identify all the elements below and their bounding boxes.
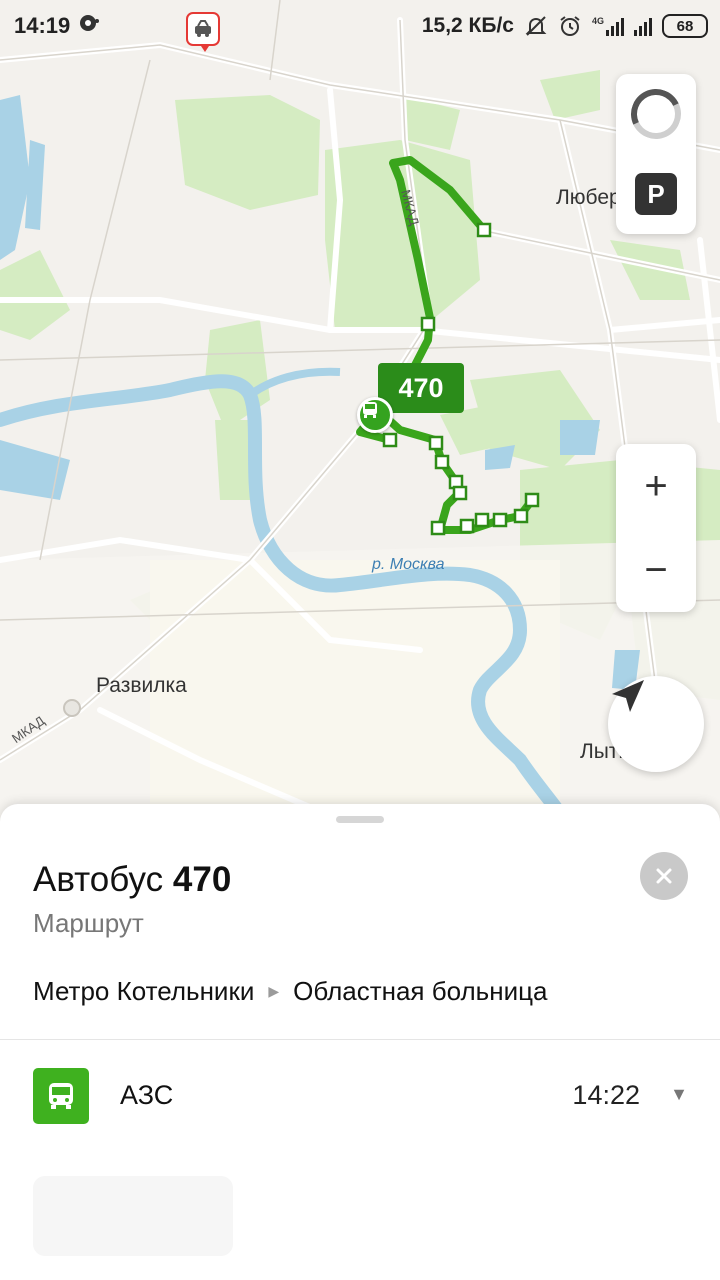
stop-name: АЗС xyxy=(120,1080,174,1110)
parking-icon: P xyxy=(635,173,677,215)
plus-icon: + xyxy=(644,464,668,508)
map-label-river: р. Москва xyxy=(372,556,445,573)
map-label-razvilka: Развилка xyxy=(96,674,187,697)
stop-list-item[interactable]: АЗС 14:22 ▼ xyxy=(0,1066,720,1126)
status-bar: 14:19 15,2 КБ/с 4G 68 xyxy=(0,0,720,52)
traffic-icon xyxy=(623,81,689,147)
bus-icon xyxy=(49,1083,73,1109)
route-number-badge[interactable]: 470 xyxy=(378,363,464,413)
bus-stop-icon xyxy=(33,1068,89,1124)
direction-arrow-icon: ▶ xyxy=(268,983,280,999)
close-button[interactable] xyxy=(640,852,688,900)
zoom-panel: + − xyxy=(616,444,696,612)
sheet-drag-handle[interactable] xyxy=(336,816,384,823)
loading-placeholder xyxy=(33,1176,233,1256)
direction-to: Областная больница xyxy=(293,976,548,1006)
route-title-prefix: Автобус xyxy=(33,860,164,899)
signal-4g-icon: 4G xyxy=(592,16,624,36)
status-time: 14:19 xyxy=(14,13,71,38)
network-type: 4G xyxy=(591,16,604,26)
traffic-layer-button[interactable] xyxy=(616,74,696,154)
network-speed: 15,2 КБ/с xyxy=(421,14,514,37)
bell-muted-icon xyxy=(525,16,547,36)
zoom-in-button[interactable]: + xyxy=(616,444,696,528)
status-right-group: 15,2 КБ/с 4G 68 xyxy=(422,0,708,52)
zoom-out-button[interactable]: − xyxy=(616,528,696,612)
route-direction[interactable]: Метро Котельники ▶ Областная больница xyxy=(33,976,547,1007)
route-info-sheet: Автобус 470 Маршрут Метро Котельники ▶ О… xyxy=(0,804,720,1280)
map-layers-panel: P xyxy=(616,74,696,234)
navigation-arrow-icon xyxy=(612,680,644,712)
parking-layer-button[interactable]: P xyxy=(616,154,696,234)
roadwork-notification-icon xyxy=(186,12,220,52)
signal-icon xyxy=(634,16,652,36)
chevron-down-icon[interactable]: ▼ xyxy=(670,1084,688,1105)
direction-from: Метро Котельники xyxy=(33,976,255,1006)
stop-arrival-time: 14:22 xyxy=(572,1080,640,1110)
map-view[interactable]: Люберцы Развилка Лыткарино р. Москва МКА… xyxy=(0,0,720,830)
minus-icon: − xyxy=(644,548,668,592)
bus-icon xyxy=(363,402,377,418)
route-subtitle: Маршрут xyxy=(33,908,144,938)
route-title: Автобус 470 xyxy=(33,860,231,900)
media-icon xyxy=(78,12,100,40)
alarm-icon xyxy=(560,16,580,36)
divider xyxy=(0,1039,720,1040)
close-icon xyxy=(656,868,672,884)
my-location-button[interactable] xyxy=(608,676,704,772)
route-title-number: 470 xyxy=(172,860,232,899)
bus-position-marker[interactable] xyxy=(357,397,393,433)
battery-indicator: 68 xyxy=(662,14,708,38)
